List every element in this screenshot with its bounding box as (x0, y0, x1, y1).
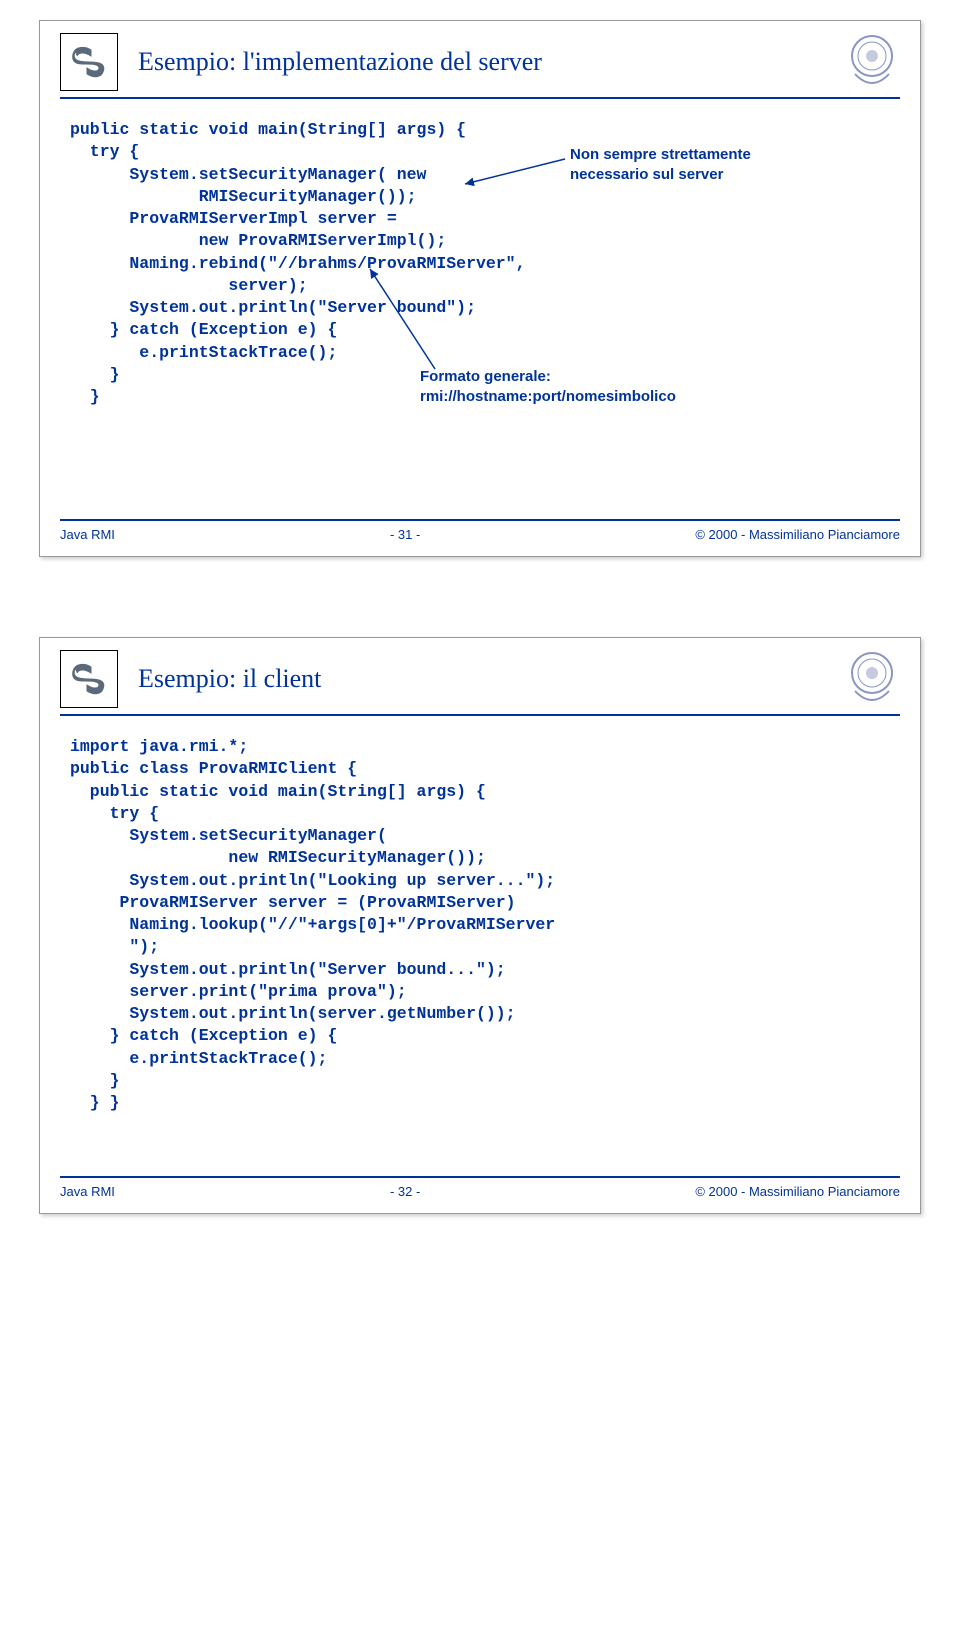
slide-footer: Java RMI - 32 - © 2000 - Massimiliano Pi… (40, 1176, 920, 1213)
title-divider (60, 97, 900, 99)
slide-footer: Java RMI - 31 - © 2000 - Massimiliano Pi… (40, 519, 920, 556)
footer-row: Java RMI - 32 - © 2000 - Massimiliano Pi… (60, 1184, 900, 1199)
slide-2: Esempio: il client import java.rmi.*; pu… (39, 637, 921, 1214)
title-divider (60, 714, 900, 716)
crest-icon (844, 33, 900, 95)
s-logo-icon (60, 33, 118, 91)
code-block: public static void main(String[] args) {… (70, 119, 890, 408)
footer-left: Java RMI (60, 527, 115, 542)
footer-divider (60, 1176, 900, 1178)
footer-right: © 2000 - Massimiliano Pianciamore (695, 527, 900, 542)
annotation-format: Formato generale: rmi://hostname:port/no… (420, 367, 676, 406)
slide-title: Esempio: l'implementazione del server (138, 47, 900, 77)
slide-header: Esempio: il client (40, 638, 920, 708)
s-logo-icon (60, 650, 118, 708)
footer-center: - 31 - (390, 527, 420, 542)
code-block: import java.rmi.*; public class ProvaRMI… (70, 736, 890, 1115)
footer-left: Java RMI (60, 1184, 115, 1199)
footer-row: Java RMI - 31 - © 2000 - Massimiliano Pi… (60, 527, 900, 542)
slide-1: Esempio: l'implementazione del server pu… (39, 20, 921, 557)
crest-icon (844, 650, 900, 712)
slide-title: Esempio: il client (138, 664, 900, 694)
footer-right: © 2000 - Massimiliano Pianciamore (695, 1184, 900, 1199)
slide-body: public static void main(String[] args) {… (40, 109, 920, 519)
footer-center: - 32 - (390, 1184, 420, 1199)
slide-header: Esempio: l'implementazione del server (40, 21, 920, 91)
annotation-security: Non sempre strettamente necessario sul s… (570, 145, 751, 184)
slide-body: import java.rmi.*; public class ProvaRMI… (40, 726, 920, 1176)
footer-divider (60, 519, 900, 521)
